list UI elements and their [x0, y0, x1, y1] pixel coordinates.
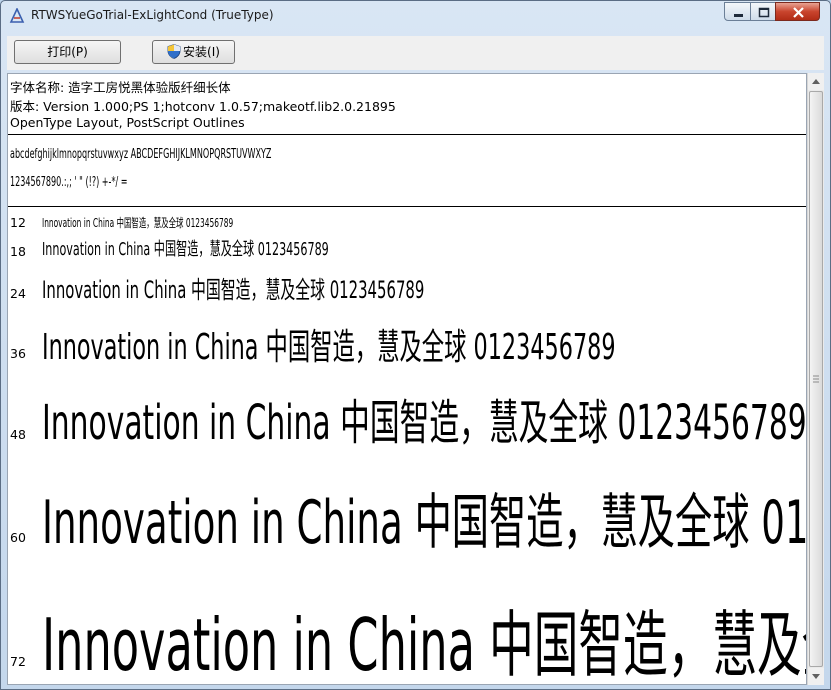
preview-48: Innovation in China 中国智造，慧及全球 0123456789 — [42, 395, 807, 451]
size-label-48: 48 — [10, 427, 26, 442]
maximize-button[interactable] — [750, 2, 776, 21]
font-app-icon — [9, 8, 25, 23]
font-version-line: 版本: Version 1.000;PS 1;hotconv 1.0.57;ma… — [10, 99, 396, 114]
window-title: RTWSYueGoTrial-ExLightCond (TrueType) — [31, 8, 274, 22]
grip-icon — [813, 375, 819, 383]
arrow-down-icon — [812, 674, 820, 679]
maximize-icon — [758, 7, 770, 18]
scrollbar-thumb[interactable] — [809, 91, 823, 667]
scroll-down-button[interactable] — [808, 668, 824, 685]
install-button-label: 安装(I) — [183, 45, 220, 59]
preview-12: Innovation in China 中国智造，慧及全球 0123456789 — [42, 216, 234, 230]
print-button[interactable]: 打印(P) — [14, 40, 121, 64]
preview-72: Innovation in China 中国智造，慧及全球 0123456789 — [42, 603, 806, 685]
close-button[interactable] — [775, 2, 820, 21]
separator — [8, 206, 806, 207]
scroll-up-button[interactable] — [808, 73, 824, 90]
print-button-label: 打印(P) — [47, 45, 88, 59]
size-label-12: 12 — [10, 215, 26, 230]
vertical-scrollbar[interactable] — [807, 73, 824, 685]
toolbar: 打印(P) 安装(I) — [7, 36, 824, 70]
font-viewer-window: RTWSYueGoTrial-ExLightCond (TrueType) 打印… — [0, 0, 831, 690]
preview-24: Innovation in China 中国智造，慧及全球 0123456789 — [42, 276, 425, 304]
size-label-36: 36 — [10, 346, 26, 361]
size-label-60: 60 — [10, 530, 26, 545]
arrow-up-icon — [812, 79, 820, 84]
separator — [8, 134, 806, 135]
close-icon — [793, 7, 804, 18]
font-name-line: 字体名称: 造字工房悦黑体验版纤细长体 — [10, 80, 231, 95]
minimize-button[interactable] — [724, 2, 751, 21]
title-bar[interactable]: RTWSYueGoTrial-ExLightCond (TrueType) — [1, 1, 830, 31]
install-button[interactable]: 安装(I) — [152, 40, 235, 64]
preview-18: Innovation in China 中国智造，慧及全球 0123456789 — [42, 239, 329, 260]
charset-letters: abcdefghijklmnopqrstuvwxyz ABCDEFGHIJKLM… — [10, 147, 272, 162]
uac-shield-icon — [167, 44, 181, 59]
minimize-icon — [734, 14, 743, 17]
font-type-line: OpenType Layout, PostScript Outlines — [10, 115, 245, 130]
preview-36: Innovation in China 中国智造，慧及全球 0123456789 — [42, 327, 616, 368]
size-label-18: 18 — [10, 244, 26, 259]
font-preview-pane: 字体名称: 造字工房悦黑体验版纤细长体 版本: Version 1.000;PS… — [7, 73, 807, 685]
size-label-24: 24 — [10, 286, 26, 301]
preview-60: Innovation in China 中国智造，慧及全球 0123456789 — [42, 488, 807, 558]
size-label-72: 72 — [10, 654, 26, 669]
charset-digits: 1234567890.:,; ' " (!?) +-*/ = — [10, 175, 128, 190]
